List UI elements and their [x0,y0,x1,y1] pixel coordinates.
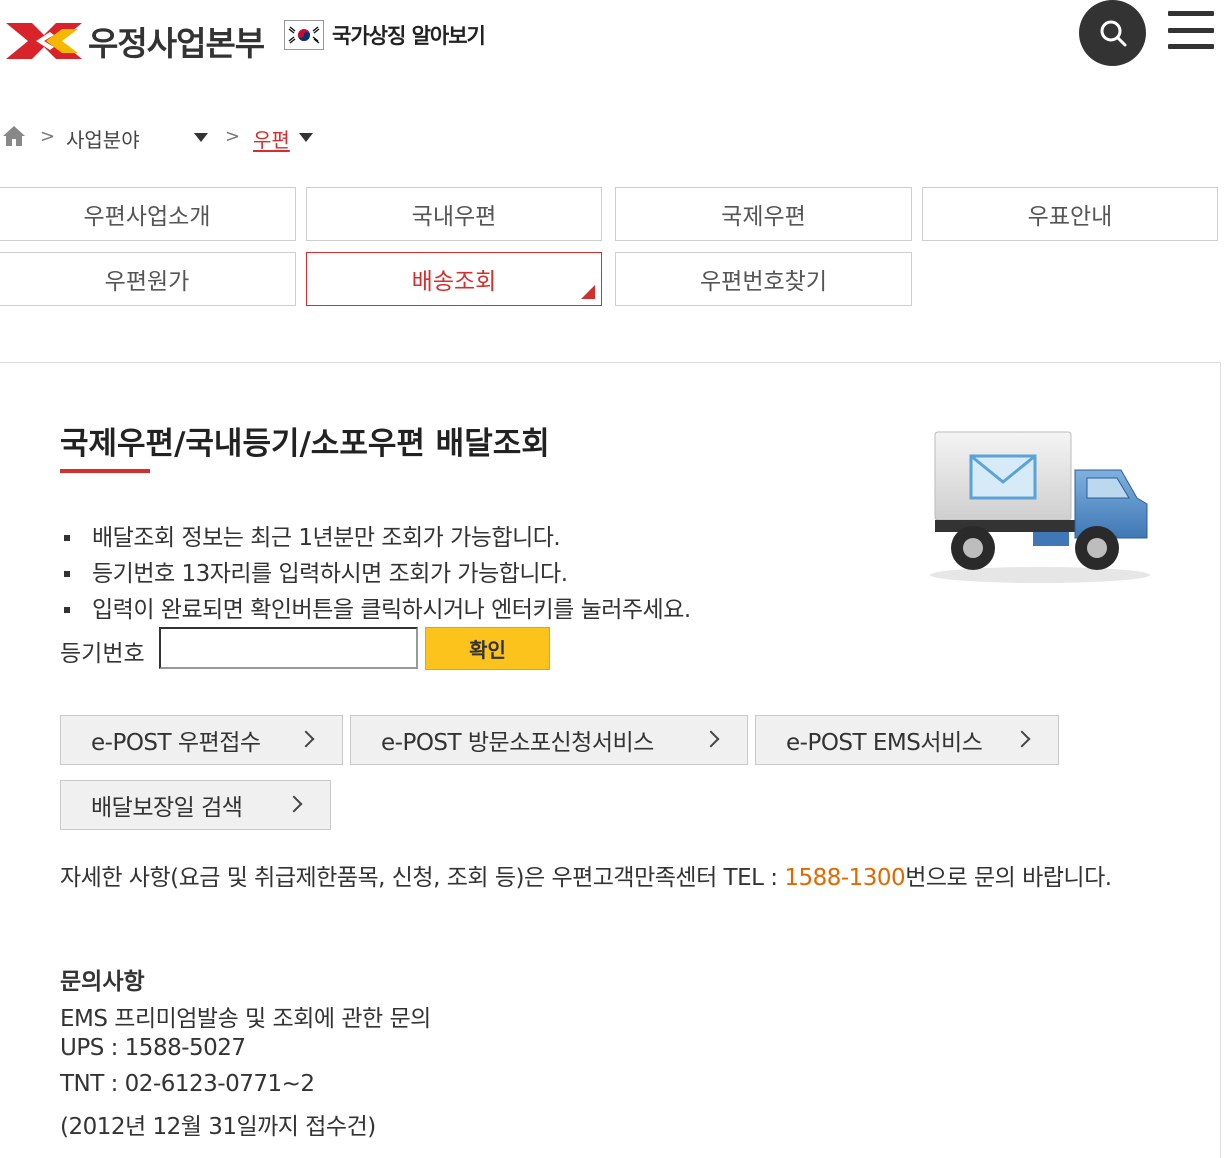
content-divider [0,362,1221,363]
site-logo[interactable]: 우정사업본부 [6,17,265,65]
inquiry-title: 문의사항 [60,969,145,995]
breadcrumb-separator: > [225,126,241,147]
registration-number-input[interactable] [159,627,418,669]
registration-number-label: 등기번호 [60,641,145,667]
link-label: e-POST EMS서비스 [786,730,983,756]
tab-label: 우편사업소개 [83,204,211,230]
inquiry-line: UPS : 1588-5027 [60,1035,246,1061]
notice-list: 배달조회 정보는 최근 1년분만 조회가 가능합니다. 등기번호 13자리를 입… [64,520,691,628]
breadcrumb-item-post[interactable]: 우편 [253,124,290,153]
list-item: 등기번호 13자리를 입력하시면 조회가 가능합니다. [64,556,691,592]
tab-label: 우편번호찾기 [700,269,827,295]
epost-parcel-visit-button[interactable]: e-POST 방문소포신청서비스 [350,715,748,765]
list-item: 입력이 완료되면 확인버튼을 클릭하시거나 엔터키를 눌러주세요. [64,592,691,628]
customer-center-phone[interactable]: 1588-1300 [784,865,905,891]
tab-post-intro[interactable]: 우편사업소개 [0,187,296,241]
symbol-link-text: 국가상징 알아보기 [332,24,486,48]
title-underline [60,469,150,473]
epost-mail-reception-button[interactable]: e-POST 우편접수 [60,715,343,765]
inquiry-line: EMS 프리미엄발송 및 조회에 관한 문의 [60,1006,431,1032]
bullet-icon [64,571,70,577]
list-item: 배달조회 정보는 최근 1년분만 조회가 가능합니다. [64,520,691,556]
logo-text: 우정사업본부 [88,24,265,63]
page-title: 국제우편/국내등기/소포우편 배달조회 [60,426,550,462]
link-label: e-POST 우편접수 [91,730,261,756]
hamburger-menu-button[interactable] [1168,11,1214,49]
delivery-guarantee-search-button[interactable]: 배달보장일 검색 [60,780,331,830]
bullet-icon [64,535,70,541]
tab-international-post[interactable]: 국제우편 [615,187,912,241]
chevron-right-icon [297,730,315,748]
bullet-icon [64,607,70,613]
tab-label: 배송조회 [411,269,497,295]
notice-text: 배달조회 정보는 최근 1년분만 조회가 가능합니다. [92,525,561,551]
chevron-right-icon [1013,730,1031,748]
tab-zipcode-search[interactable]: 우편번호찾기 [615,252,912,306]
confirm-button[interactable]: 확인 [425,627,550,670]
tab-label: 우표안내 [1027,204,1113,230]
tab-label: 국내우편 [411,204,497,230]
inquiry-line: TNT : 02-6123-0771~2 [60,1071,315,1097]
contact-info: 자세한 사항(요금 및 취급제한품목, 신청, 조회 등)은 우편고객만족센터 … [60,859,1170,897]
site-header: 우정사업본부 국가상징 알아보기 [0,0,1225,80]
tab-postal-cost[interactable]: 우편원가 [0,252,296,306]
chevron-down-icon[interactable] [194,133,208,142]
tab-delivery-tracking[interactable]: 배송조회 [306,252,602,306]
breadcrumb-separator: > [40,126,56,147]
search-icon [1100,20,1126,47]
notice-text: 등기번호 13자리를 입력하시면 조회가 가능합니다. [92,561,568,587]
chevron-down-icon[interactable] [299,133,313,142]
link-label: 배달보장일 검색 [91,795,243,821]
tab-domestic-post[interactable]: 국내우편 [306,187,602,241]
tab-label: 우편원가 [104,269,190,295]
tab-stamp-info[interactable]: 우표안내 [922,187,1218,241]
menu-line [1168,11,1214,16]
notice-text: 입력이 완료되면 확인버튼을 클릭하시거나 엔터키를 눌러주세요. [92,597,691,623]
active-corner-icon [581,285,595,299]
content-border [1220,362,1221,1158]
delivery-truck-icon [930,431,1150,583]
search-button[interactable] [1079,0,1146,66]
tab-label: 국제우편 [721,204,806,230]
national-symbol-link[interactable]: 국가상징 알아보기 [284,20,486,50]
link-label: e-POST 방문소포신청서비스 [381,730,654,756]
epost-ems-service-button[interactable]: e-POST EMS서비스 [755,715,1059,765]
chevron-right-icon [285,795,303,813]
postal-logo-icon [6,23,82,59]
chevron-right-icon [702,730,720,748]
breadcrumb: > 사업분야 > 우편 [0,120,400,156]
menu-line [1168,27,1214,33]
inquiry-line: (2012년 12월 31일까지 접수건) [60,1114,376,1140]
home-icon[interactable] [2,124,26,148]
breadcrumb-item-business[interactable]: 사업분야 [66,124,140,153]
contact-info-text: 자세한 사항(요금 및 취급제한품목, 신청, 조회 등)은 우편고객만족센터 … [60,865,785,891]
contact-info-text: 번으로 문의 바랍니다. [905,865,1112,891]
korean-flag-icon [284,20,324,50]
menu-line [1168,44,1214,49]
